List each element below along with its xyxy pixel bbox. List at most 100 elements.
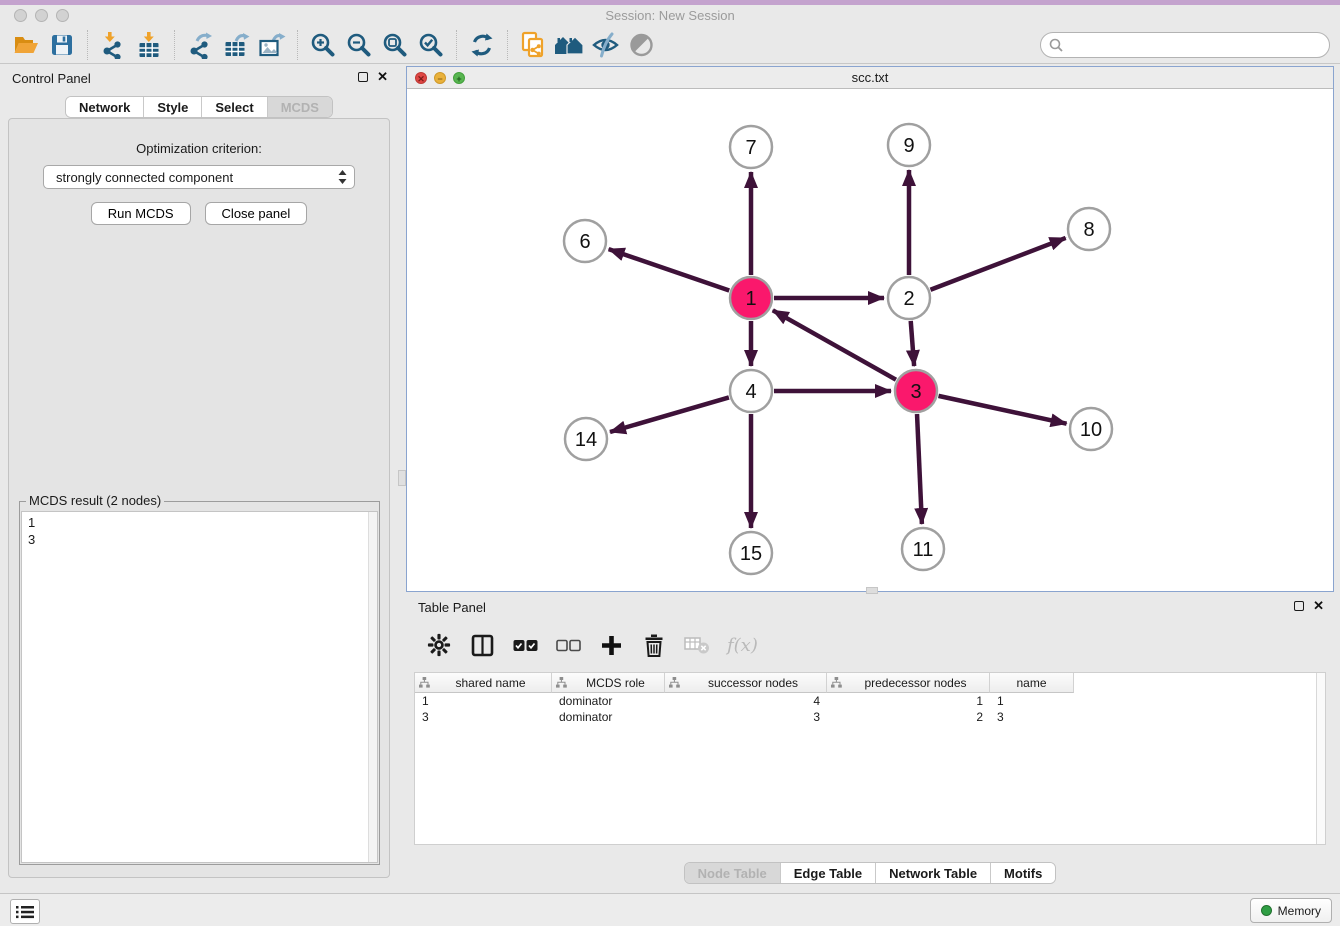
deselect-all-icon[interactable] xyxy=(555,632,581,658)
table-scrollbar[interactable] xyxy=(1316,673,1325,844)
edge-2-3[interactable] xyxy=(911,321,914,366)
node-3[interactable]: 3 xyxy=(895,370,937,412)
edge-2-8[interactable] xyxy=(930,238,1065,290)
horizontal-splitter-handle[interactable] xyxy=(866,587,878,594)
table-tabs: Node TableEdge TableNetwork TableMotifs xyxy=(406,862,1334,884)
table-settings-icon[interactable] xyxy=(426,632,452,658)
tab-edge-table[interactable]: Edge Table xyxy=(781,863,876,883)
tab-network-table[interactable]: Network Table xyxy=(876,863,991,883)
window-title: Session: New Session xyxy=(0,8,1340,23)
svg-text:3: 3 xyxy=(910,381,921,403)
node-14[interactable]: 14 xyxy=(565,418,607,460)
mcds-result-group: MCDS result (2 nodes) 1 3 xyxy=(19,501,380,865)
column-header-shared-name[interactable]: shared name xyxy=(415,673,552,693)
delete-table-icon[interactable] xyxy=(684,632,710,658)
table-row[interactable]: 1dominator411 xyxy=(415,693,1325,709)
delete-column-icon[interactable] xyxy=(641,632,667,658)
svg-text:8: 8 xyxy=(1083,219,1094,241)
add-column-icon[interactable] xyxy=(598,632,624,658)
table-panel-title: Table Panel xyxy=(418,600,486,615)
control-panel: Control Panel ✕ NetworkStyleSelectMCDS O… xyxy=(0,66,398,884)
node-6[interactable]: 6 xyxy=(564,220,606,262)
zoom-fit-icon[interactable] xyxy=(377,29,413,61)
memory-label: Memory xyxy=(1278,904,1321,918)
frame-minimize-button[interactable]: − xyxy=(434,72,446,84)
import-network-icon[interactable] xyxy=(95,29,131,61)
show-all-icon[interactable] xyxy=(623,29,659,61)
close-panel-icon[interactable]: ✕ xyxy=(377,71,388,83)
node-2[interactable]: 2 xyxy=(888,277,930,319)
network-from-selection-icon[interactable] xyxy=(515,29,551,61)
task-history-button[interactable] xyxy=(10,899,40,924)
network-canvas[interactable]: 7 9 6 8 1 2 4 3 14 10 15 11 xyxy=(407,89,1333,591)
select-stepper-icon xyxy=(337,169,348,185)
home-icon[interactable] xyxy=(551,29,587,61)
tab-motifs[interactable]: Motifs xyxy=(991,863,1055,883)
tree-sort-icon xyxy=(419,677,430,688)
node-10[interactable]: 10 xyxy=(1070,408,1112,450)
zoom-selected-icon[interactable] xyxy=(413,29,449,61)
column-header-successor-nodes[interactable]: successor nodes xyxy=(665,673,827,693)
export-image-icon[interactable] xyxy=(254,29,290,61)
edge-3-11[interactable] xyxy=(917,414,922,524)
edge-3-10[interactable] xyxy=(938,396,1066,424)
frame-maximize-button[interactable]: + xyxy=(453,72,465,84)
function-builder-icon[interactable]: f(x) xyxy=(727,632,758,658)
export-network-icon[interactable] xyxy=(182,29,218,61)
svg-text:7: 7 xyxy=(745,137,756,159)
float-panel-icon[interactable] xyxy=(358,72,368,82)
close-table-panel-icon[interactable]: ✕ xyxy=(1313,600,1324,612)
tab-style[interactable]: Style xyxy=(144,97,202,117)
search-input[interactable] xyxy=(1067,37,1329,54)
node-9[interactable]: 9 xyxy=(888,124,930,166)
titlebar: Session: New Session xyxy=(0,5,1340,27)
import-table-icon[interactable] xyxy=(131,29,167,61)
node-11[interactable]: 11 xyxy=(902,528,944,570)
network-window-titlebar[interactable]: ✕ − + scc.txt xyxy=(407,67,1333,89)
svg-text:4: 4 xyxy=(745,381,756,403)
cell-name: 1 xyxy=(990,693,1074,709)
close-panel-button[interactable]: Close panel xyxy=(205,202,308,225)
node-15[interactable]: 15 xyxy=(730,532,772,574)
column-header-predecessor-nodes[interactable]: predecessor nodes xyxy=(827,673,990,693)
tab-mcds[interactable]: MCDS xyxy=(268,97,332,117)
control-panel-tabs: NetworkStyleSelectMCDS xyxy=(0,96,398,118)
result-scrollbar[interactable] xyxy=(368,512,377,862)
save-session-icon[interactable] xyxy=(44,29,80,61)
frame-close-button[interactable]: ✕ xyxy=(415,72,427,84)
open-session-icon[interactable] xyxy=(8,29,44,61)
tab-select[interactable]: Select xyxy=(202,97,267,117)
zoom-in-icon[interactable] xyxy=(305,29,341,61)
vertical-splitter-handle[interactable] xyxy=(398,470,406,486)
column-header-name[interactable]: name xyxy=(990,673,1074,693)
table-row[interactable]: 3dominator323 xyxy=(415,709,1325,725)
tree-sort-icon xyxy=(831,677,842,688)
apply-layout-icon[interactable] xyxy=(464,29,500,61)
cell-predecessor-nodes: 2 xyxy=(827,709,990,725)
node-7[interactable]: 7 xyxy=(730,126,772,168)
column-header-mcds-role[interactable]: MCDS role xyxy=(552,673,665,693)
tab-node-table[interactable]: Node Table xyxy=(685,863,781,883)
edge-4-14[interactable] xyxy=(610,397,729,432)
edge-3-1[interactable] xyxy=(773,310,896,379)
node-8[interactable]: 8 xyxy=(1068,208,1110,250)
export-table-icon[interactable] xyxy=(218,29,254,61)
tab-network[interactable]: Network xyxy=(66,97,144,117)
zoom-out-icon[interactable] xyxy=(341,29,377,61)
edge-1-6[interactable] xyxy=(609,249,730,290)
select-all-icon[interactable] xyxy=(512,632,538,658)
toolbar-separator xyxy=(87,30,88,60)
memory-button[interactable]: Memory xyxy=(1250,898,1332,923)
cell-successor-nodes: 4 xyxy=(665,693,827,709)
run-mcds-button[interactable]: Run MCDS xyxy=(91,202,191,225)
node-4[interactable]: 4 xyxy=(730,370,772,412)
mcds-result-list: 1 3 xyxy=(21,511,378,863)
tree-sort-icon xyxy=(669,677,680,688)
criterion-select[interactable]: strongly connected component xyxy=(43,165,355,189)
show-column-icon[interactable] xyxy=(469,632,495,658)
float-table-panel-icon[interactable] xyxy=(1294,601,1304,611)
hide-selected-icon[interactable] xyxy=(587,29,623,61)
search-field[interactable] xyxy=(1040,32,1330,58)
list-icon xyxy=(16,905,34,919)
node-1[interactable]: 1 xyxy=(730,277,772,319)
